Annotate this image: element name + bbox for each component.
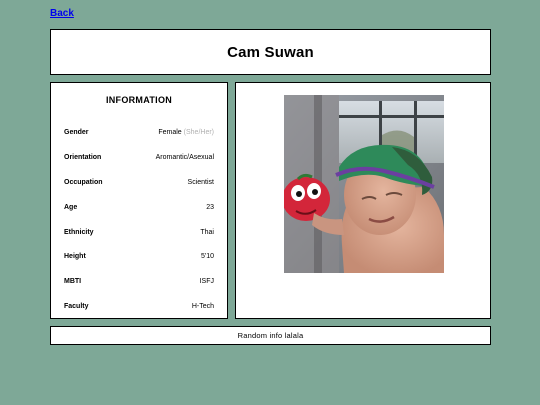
info-value: Scientist: [187, 178, 214, 186]
gender-value: Female: [158, 128, 182, 136]
info-label: Ethnicity: [64, 228, 94, 236]
info-label: Faculty: [64, 303, 89, 311]
info-row-height: Height 5'10: [64, 244, 214, 269]
info-label: Age: [64, 203, 78, 211]
info-value: Aromantic/Asexual: [155, 153, 214, 161]
info-row-gender: Gender Female (She/Her): [64, 120, 214, 145]
info-label: Occupation: [64, 178, 103, 186]
info-label: MBTI: [64, 278, 82, 286]
info-label: Gender: [64, 128, 89, 136]
page-title: Cam Suwan: [227, 43, 314, 61]
info-row-occupation: Occupation Scientist: [64, 170, 214, 195]
profile-photo: [284, 95, 444, 273]
info-row-ethnicity: Ethnicity Thai: [64, 220, 214, 245]
info-value: 5'10: [200, 253, 214, 261]
info-row-faculty: Faculty H-Tech: [64, 294, 214, 319]
info-value: Female (She/Her): [158, 129, 214, 136]
info-label: Orientation: [64, 153, 102, 161]
info-row-age: Age 23: [64, 195, 214, 220]
info-value: Thai: [200, 228, 214, 236]
info-value: H-Tech: [191, 303, 214, 311]
photo-panel: [235, 82, 491, 319]
info-value: 23: [206, 203, 214, 211]
back-link[interactable]: Back: [50, 8, 74, 19]
info-row-orientation: Orientation Aromantic/Asexual: [64, 145, 214, 170]
footer-text: Random info lalala: [237, 331, 304, 340]
info-value: ISFJ: [199, 278, 214, 286]
info-row-mbti: MBTI ISFJ: [64, 269, 214, 294]
information-heading: INFORMATION: [105, 95, 173, 105]
info-label: Height: [64, 253, 86, 261]
title-panel: Cam Suwan: [50, 29, 491, 75]
information-panel: INFORMATION Gender Female (She/Her) Orie…: [50, 82, 228, 319]
footer-panel: Random info lalala: [50, 326, 491, 345]
pronouns-note: (She/Her): [183, 128, 214, 136]
information-list: Gender Female (She/Her) Orientation Arom…: [64, 120, 214, 319]
